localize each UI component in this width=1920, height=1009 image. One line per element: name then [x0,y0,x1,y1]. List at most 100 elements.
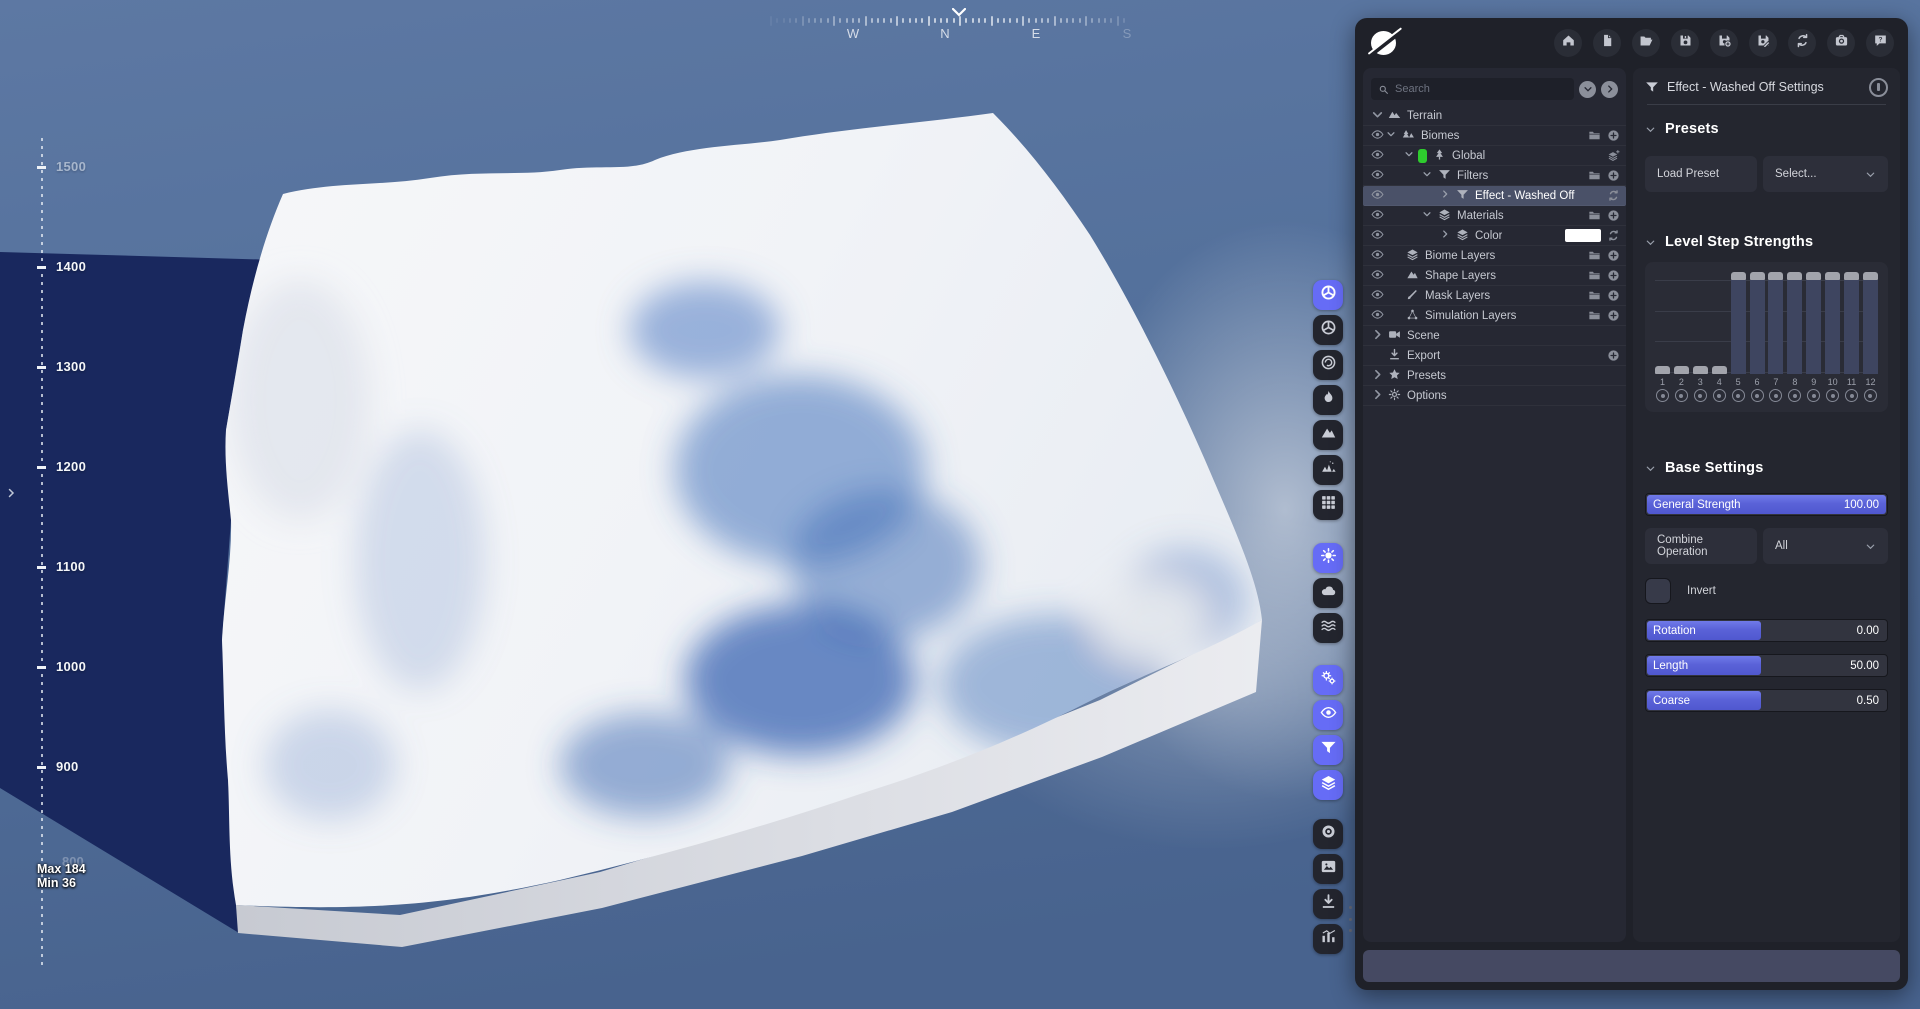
aperture-tool-button[interactable] [1313,280,1343,310]
expander[interactable] [1369,388,1386,404]
expander[interactable] [1440,189,1454,202]
color-value-swatch[interactable] [1565,229,1601,242]
plus-icon[interactable] [1607,349,1620,362]
general-strength-slider[interactable]: General Strength 100.00 [1645,493,1888,516]
level-step-slider-6[interactable] [1749,272,1765,374]
plus-icon[interactable] [1607,289,1620,302]
expander[interactable] [1369,328,1386,344]
left-panel-expand-handle[interactable] [5,486,17,504]
mountain-tool-button[interactable] [1313,420,1343,450]
aperture-ring-tool-button[interactable] [1313,350,1343,380]
tree-row-biome-layers[interactable]: Biome Layers [1363,246,1626,266]
layers-plus-icon[interactable] [1607,149,1620,162]
expander[interactable] [1369,368,1386,384]
plus-icon[interactable] [1607,249,1620,262]
plus-icon[interactable] [1607,169,1620,182]
tree-row-mask-layers[interactable]: Mask Layers [1363,286,1626,306]
expander[interactable] [1422,209,1436,222]
sync-small-icon[interactable] [1607,189,1620,202]
aperture-dark-tool-button[interactable] [1313,315,1343,345]
visibility-eye-toggle[interactable] [1369,168,1386,184]
step-eye-toggle[interactable] [1712,389,1726,402]
tree-row-terrain[interactable]: Terrain [1363,106,1626,126]
grid-tool-button[interactable] [1313,490,1343,520]
color-swatch[interactable] [1418,148,1427,163]
tree-row-effect-washed-off[interactable]: Effect - Washed Off [1363,186,1626,206]
base-settings-section-header[interactable]: Base Settings [1645,460,1888,476]
folder-icon[interactable] [1588,129,1601,142]
level-step-slider-7[interactable] [1768,272,1784,374]
open-project-button[interactable] [1632,29,1660,57]
step-eye-toggle[interactable] [1788,389,1802,402]
plus-icon[interactable] [1607,309,1620,322]
sync-button[interactable] [1788,29,1816,57]
tree-row-color[interactable]: Color [1363,226,1626,246]
compass-heading-strip[interactable]: W N E S [770,2,1170,48]
panel-drag-handle[interactable] [1349,906,1353,932]
visibility-eye-toggle[interactable] [1369,308,1386,324]
visibility-eye-toggle[interactable] [1369,288,1386,304]
visibility-eye-toggle[interactable] [1369,228,1386,244]
visibility-eye-toggle[interactable] [1369,128,1386,144]
load-preset-dropdown[interactable]: Select... [1763,156,1888,192]
level-step-slider-10[interactable] [1825,272,1841,374]
sun-tool-button[interactable] [1313,543,1343,573]
level-step-slider-1[interactable] [1655,272,1670,374]
level-steps-section-header[interactable]: Level Step Strengths [1645,234,1888,250]
search-box[interactable] [1371,78,1574,100]
home-button[interactable] [1554,29,1582,57]
step-eye-toggle[interactable] [1769,389,1783,402]
length-slider[interactable]: Length 50.00 [1645,654,1888,677]
folder-icon[interactable] [1588,289,1601,302]
jump-to-selection-button[interactable] [1601,80,1618,98]
tree-row-biomes[interactable]: Biomes [1363,126,1626,146]
step-eye-toggle[interactable] [1863,389,1877,402]
collapse-all-button[interactable] [1579,80,1596,98]
expander[interactable] [1386,129,1400,142]
visibility-eye-toggle[interactable] [1369,188,1386,204]
plus-icon[interactable] [1607,269,1620,282]
image-tool-button[interactable] [1313,854,1343,884]
folder-icon[interactable] [1588,309,1601,322]
invert-checkbox[interactable] [1645,578,1671,604]
level-step-slider-12[interactable] [1862,272,1878,374]
step-eye-toggle[interactable] [1845,389,1859,402]
help-button[interactable]: ? [1866,29,1894,57]
layers-tool-button[interactable] [1313,770,1343,800]
tree-row-presets[interactable]: Presets [1363,366,1626,386]
expander[interactable] [1369,108,1386,124]
expander[interactable] [1404,149,1418,162]
level-step-strengths-chart[interactable]: 1 2 3 4 5 6 7 8 9 10 11 12 [1645,262,1888,412]
visibility-eye-toggle[interactable] [1369,248,1386,264]
folder-icon[interactable] [1588,269,1601,282]
expander[interactable] [1440,229,1454,242]
funnel-tool-button[interactable] [1313,735,1343,765]
step-eye-toggle[interactable] [1656,389,1669,402]
stats-tool-button[interactable] [1313,924,1343,954]
tree-row-export[interactable]: Export [1363,346,1626,366]
tree-row-simulation-layers[interactable]: Simulation Layers [1363,306,1626,326]
rocks-tool-button[interactable] [1313,455,1343,485]
step-eye-toggle[interactable] [1826,389,1840,402]
rotation-slider[interactable]: Rotation 0.00 [1645,619,1888,642]
visibility-eye-toggle[interactable] [1369,208,1386,224]
folder-icon[interactable] [1588,249,1601,262]
cloud-tool-button[interactable] [1313,578,1343,608]
download-tool-button[interactable] [1313,889,1343,919]
save-as-button[interactable] [1710,29,1738,57]
save-button[interactable] [1671,29,1699,57]
tree-row-global[interactable]: Global [1363,146,1626,166]
tree-row-scene[interactable]: Scene [1363,326,1626,346]
expander[interactable] [1422,169,1436,182]
screenshot-button[interactable] [1827,29,1855,57]
tree-row-options[interactable]: Options [1363,386,1626,406]
level-step-slider-4[interactable] [1711,272,1727,374]
record-tool-button[interactable] [1313,819,1343,849]
tree-row-materials[interactable]: Materials [1363,206,1626,226]
visibility-eye-toggle[interactable] [1369,268,1386,284]
combine-operation-dropdown[interactable]: All [1763,528,1888,564]
gears-tool-button[interactable] [1313,665,1343,695]
folder-icon[interactable] [1588,209,1601,222]
plus-icon[interactable] [1607,209,1620,222]
level-step-slider-11[interactable] [1844,272,1860,374]
